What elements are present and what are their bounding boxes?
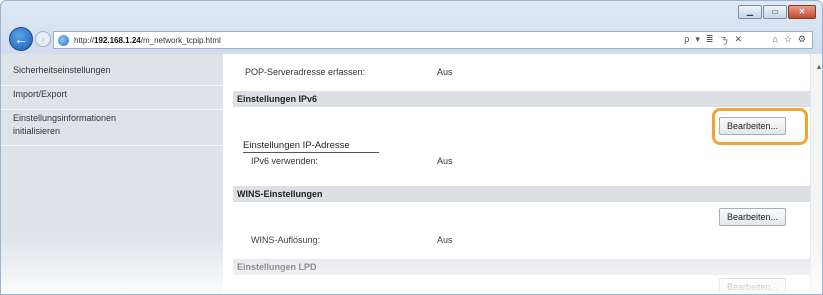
maximize-button[interactable]: ▭	[763, 5, 787, 19]
minimize-button[interactable]: ▁	[738, 5, 762, 19]
scroll-up-icon[interactable]: ▴	[817, 62, 821, 71]
sidebar-item-label: Import/Export	[13, 89, 68, 99]
section-wins-settings: WINS-Einstellungen	[233, 186, 818, 202]
navigation-bar: ← › http://192.168.1.24/m_network_tcpip.…	[1, 25, 822, 53]
lpd-edit-button[interactable]: Bearbeiten...	[719, 278, 787, 294]
page-favicon-icon	[58, 34, 69, 46]
minimize-icon: ▁	[746, 7, 754, 16]
refresh-icon[interactable]: ㄋ	[719, 34, 728, 47]
wins-edit-button[interactable]: Bearbeiten...	[719, 208, 787, 226]
back-button[interactable]: ←	[9, 27, 33, 51]
compatibility-icon[interactable]: ≣	[706, 34, 714, 47]
url-path: /m_network_tcpip.html	[140, 35, 221, 45]
heading-underline	[243, 152, 379, 153]
sidebar-item-label: Sicherheitseinstellungen	[13, 65, 111, 75]
address-bar[interactable]: http://192.168.1.24/m_network_tcpip.html…	[53, 31, 813, 49]
forward-button[interactable]: ›	[35, 31, 51, 47]
dropdown-icon[interactable]: ▾	[695, 34, 700, 47]
stop-icon[interactable]: ✕	[734, 34, 742, 47]
sidebar-item-reset-settings[interactable]: Einstellungsinformationen initialisieren	[1, 112, 223, 146]
vertical-scrollbar[interactable]: ▴	[810, 54, 822, 294]
back-arrow-icon: ←	[14, 30, 28, 47]
sidebar-item-label-line2: initialisieren	[13, 126, 61, 136]
pop-server-value: Aus	[437, 67, 453, 77]
section-ipv6-settings: Einstellungen IPv6	[233, 91, 818, 107]
sidebar: Sicherheitseinstellungen Import/Export E…	[1, 54, 223, 294]
browser-toolbar: ⌂ ☆ ⚙	[772, 34, 806, 45]
address-tools: ρ ▾ ≣ ㄋ ✕	[684, 34, 742, 47]
wins-resolution-value: Aus	[437, 235, 453, 245]
main-panel: POP-Serveradresse erfassen: Aus Einstell…	[223, 54, 822, 294]
window-controls: ▁ ▭ ✕	[738, 5, 816, 19]
address-url: http://192.168.1.24/m_network_tcpip.html	[74, 36, 221, 45]
settings-icon[interactable]: ⚙	[798, 34, 806, 45]
sidebar-item-security[interactable]: Sicherheitseinstellungen	[1, 64, 223, 86]
browser-window: ▁ ▭ ✕ ← › http://192.168.1.24/m_network_…	[0, 0, 823, 295]
wins-resolution-label: WINS-Auflösung:	[251, 235, 321, 245]
url-host: 192.168.1.24	[94, 35, 141, 45]
ipv6-use-label: IPv6 verwenden:	[251, 156, 319, 166]
sidebar-item-import-export[interactable]: Import/Export	[1, 88, 223, 110]
ip-address-settings-heading: Einstellungen IP-Adresse	[243, 140, 350, 151]
favorites-icon[interactable]: ☆	[784, 34, 792, 45]
close-icon: ✕	[798, 7, 806, 16]
maximize-icon: ▭	[771, 7, 779, 16]
ipv6-edit-button[interactable]: Bearbeiten...	[719, 117, 787, 135]
pop-server-label: POP-Serveradresse erfassen:	[245, 67, 366, 77]
forward-arrow-icon: ›	[41, 34, 45, 44]
sidebar-item-label: Einstellungsinformationen	[13, 113, 117, 123]
search-icon[interactable]: ρ	[684, 34, 689, 47]
home-icon[interactable]: ⌂	[772, 34, 777, 45]
url-prefix: http://	[74, 35, 95, 45]
close-window-button[interactable]: ✕	[788, 5, 816, 19]
ipv6-use-value: Aus	[437, 156, 453, 166]
section-lpd-settings: Einstellungen LPD	[233, 259, 818, 275]
page-content: Sicherheitseinstellungen Import/Export E…	[1, 54, 822, 294]
